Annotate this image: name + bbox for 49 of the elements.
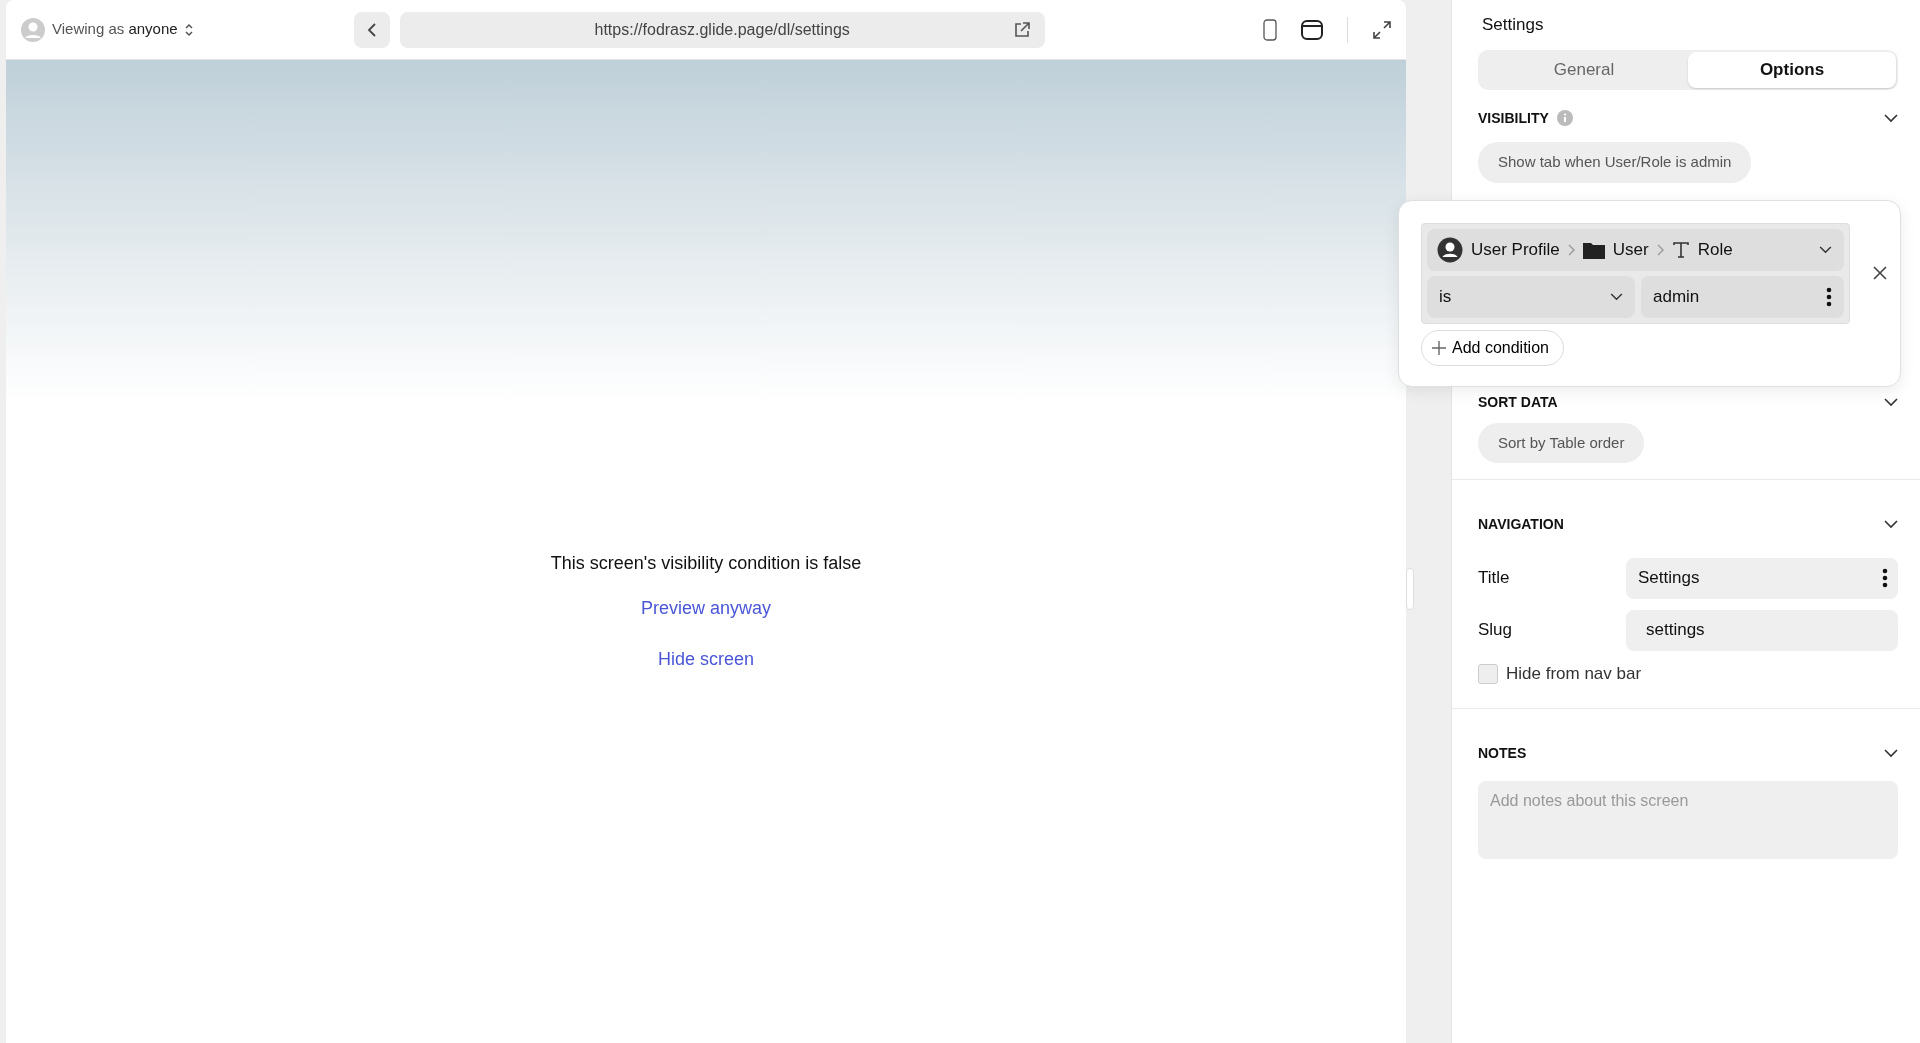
folder-icon — [1582, 241, 1605, 259]
tablet-icon[interactable] — [1301, 19, 1323, 40]
section-title: NAVIGATION — [1478, 514, 1564, 534]
chevron-down-icon — [1610, 293, 1623, 301]
external-link-icon[interactable] — [1012, 20, 1031, 39]
resize-handle[interactable] — [1406, 568, 1414, 610]
tab[interactable]: Options — [1688, 52, 1896, 88]
chevron-right-icon — [1656, 244, 1664, 256]
more-icon[interactable] — [1882, 568, 1888, 588]
back-button[interactable] — [353, 11, 390, 48]
avatar-icon — [20, 16, 46, 43]
column-path-dropdown[interactable]: User Profile User Role — [1427, 229, 1844, 271]
more-icon[interactable] — [1826, 287, 1832, 307]
text-field[interactable]: Settings — [1626, 557, 1898, 599]
viewing-as-label[interactable]: Viewing as anyone — [52, 18, 178, 41]
field-label: Slug — [1478, 619, 1514, 642]
text-field[interactable]: settings — [1626, 609, 1898, 651]
chevron-down-icon[interactable] — [1884, 519, 1898, 529]
chevron-down-icon[interactable] — [1884, 113, 1898, 123]
tab[interactable]: General — [1480, 52, 1688, 88]
chevron-down-icon[interactable] — [1884, 748, 1898, 758]
chevron-left-icon — [366, 21, 377, 38]
text-type-icon — [1671, 241, 1690, 259]
expand-icon[interactable] — [1372, 19, 1392, 40]
section-title: NOTES — [1478, 743, 1527, 763]
value-field[interactable]: admin — [1641, 276, 1844, 318]
operator-dropdown[interactable]: is — [1427, 276, 1635, 318]
text-link[interactable]: Hide screen — [657, 646, 754, 673]
visibility-condition-chip[interactable]: Show tab when User/Role is admin — [1478, 142, 1752, 183]
panel-title: Settings — [1481, 14, 1545, 36]
chevron-updown-icon[interactable] — [183, 22, 194, 37]
section-title: SORT DATA — [1478, 393, 1558, 412]
sort-chip[interactable]: Sort by Table order — [1478, 422, 1645, 463]
close-icon — [1872, 265, 1888, 282]
section-title: VISIBILITY — [1478, 108, 1549, 128]
url-bar[interactable]: https://fodrasz.glide.page/dl/settings — [399, 11, 1045, 48]
chevron-down-icon[interactable] — [1884, 398, 1898, 407]
text-link[interactable]: Preview anyway — [640, 595, 772, 622]
checkbox[interactable] — [1478, 664, 1498, 684]
chevron-down-icon — [1819, 246, 1832, 254]
visibility-message: This screen's visibility condition is false — [550, 552, 862, 575]
field-label: Title — [1478, 567, 1511, 590]
checkbox-label: Hide from nav bar — [1506, 663, 1642, 686]
person-icon — [1437, 237, 1463, 263]
notes-field[interactable]: Add notes about this screen — [1478, 781, 1898, 859]
plus-icon — [1432, 341, 1446, 355]
chevron-right-icon — [1567, 244, 1575, 256]
add-condition-button[interactable]: Add condition — [1421, 330, 1564, 366]
phone-icon[interactable] — [1263, 18, 1277, 41]
